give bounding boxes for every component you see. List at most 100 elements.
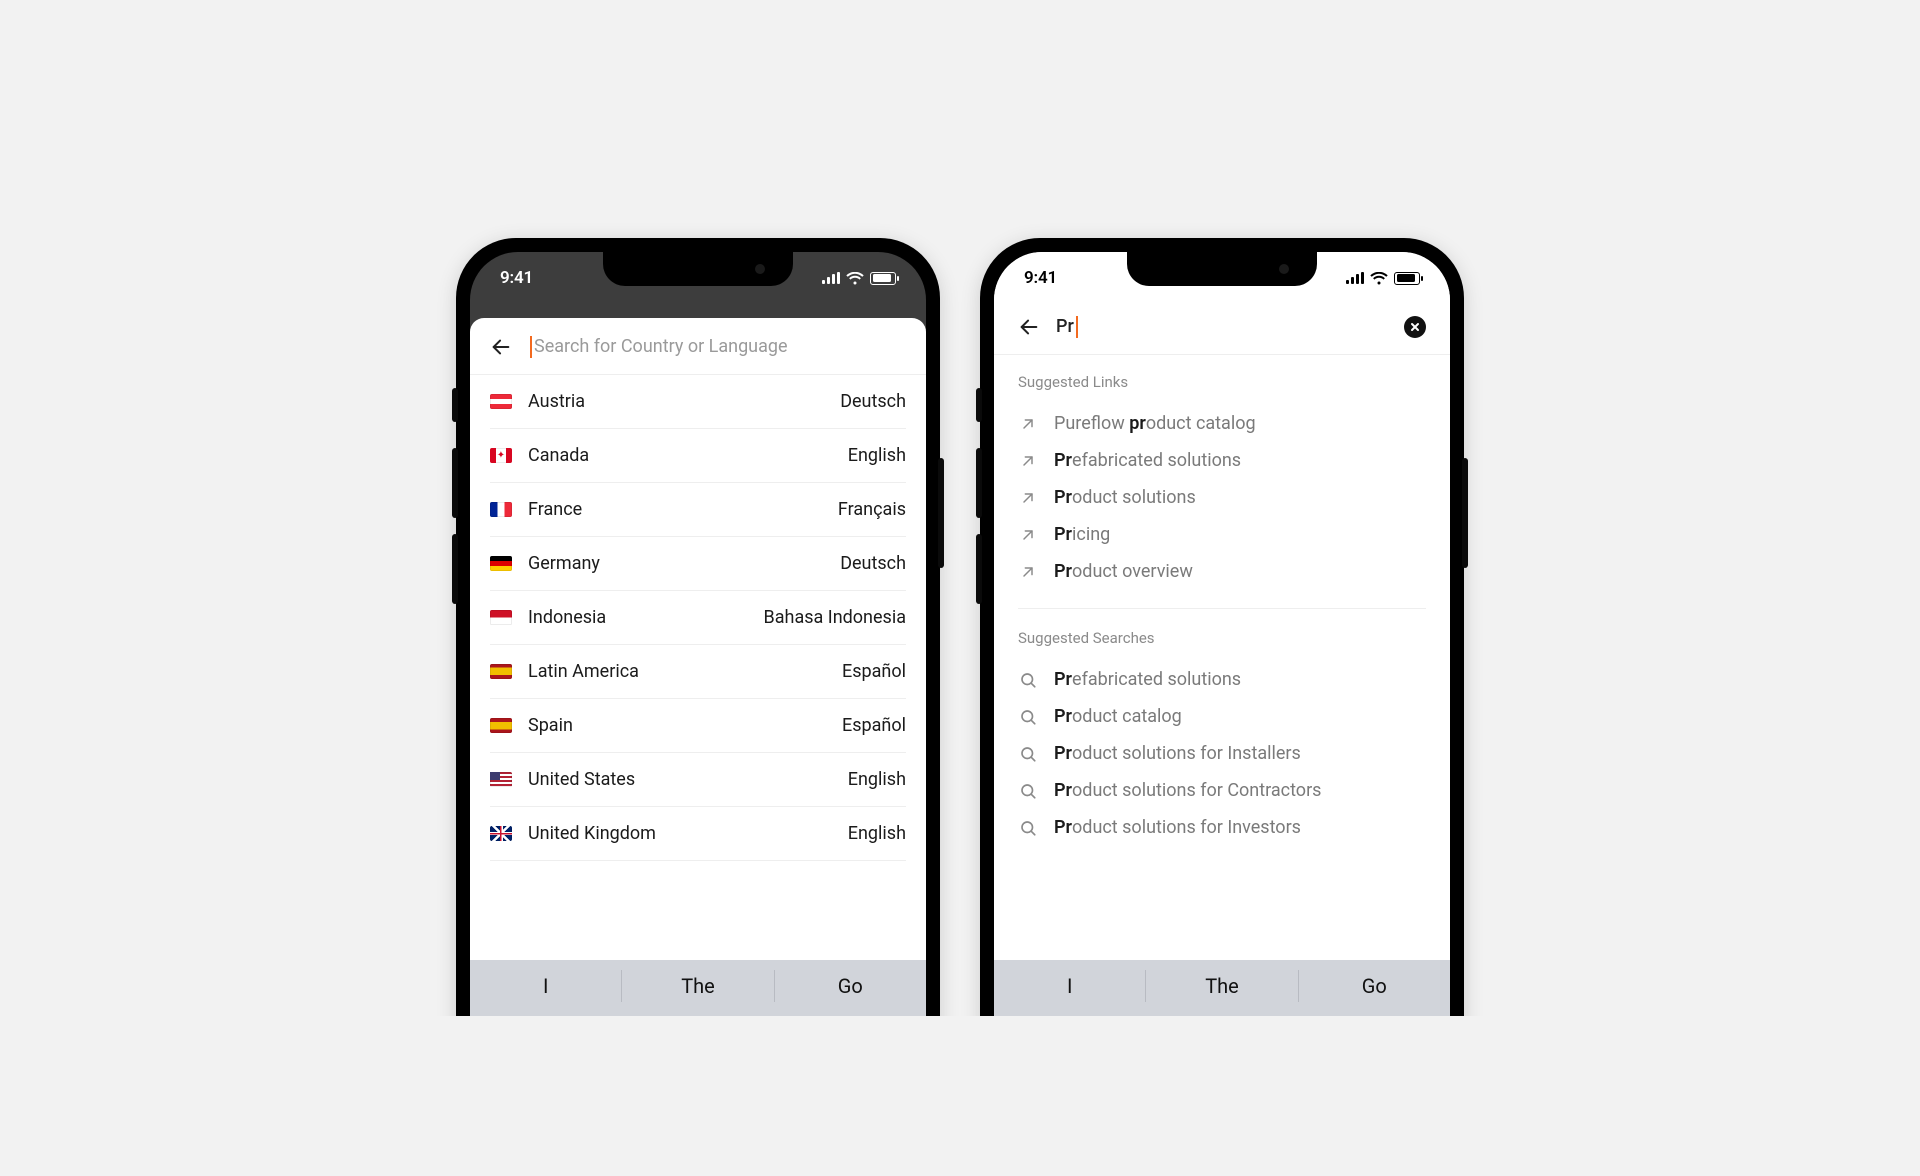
suggested-search[interactable]: Product solutions for Investors	[1018, 809, 1426, 846]
country-name: Spain	[528, 715, 573, 736]
suggested-link[interactable]: Pureflow product catalog	[1018, 405, 1426, 442]
country-language: Español	[842, 661, 906, 682]
search-icon	[1018, 708, 1038, 726]
country-row[interactable]: Austria Deutsch	[490, 375, 906, 429]
wifi-icon	[846, 272, 864, 285]
suggested-link[interactable]: Product solutions	[1018, 479, 1426, 516]
country-language: Bahasa Indonesia	[764, 607, 906, 628]
flag-icon: ✦	[490, 448, 512, 463]
suggested-search[interactable]: Product solutions for Contractors	[1018, 772, 1426, 809]
notch	[1127, 252, 1317, 286]
clear-button[interactable]	[1404, 316, 1426, 338]
side-button	[976, 448, 982, 518]
country-language: English	[848, 823, 906, 844]
phone-screen: 9:41 Pr	[994, 252, 1450, 1016]
side-button	[452, 448, 458, 518]
status-time: 9:41	[500, 268, 533, 288]
country-list[interactable]: Austria Deutsch ✦ Canada English FranceFrança…	[470, 375, 926, 861]
keyboard-suggestion[interactable]: I	[994, 960, 1145, 1012]
country-row[interactable]: Germany Deutsch	[490, 537, 906, 591]
search-icon	[1018, 671, 1038, 689]
suggested-search[interactable]: Prefabricated solutions	[1018, 661, 1426, 698]
country-row[interactable]: ✦ Canada English	[490, 429, 906, 483]
search-bar[interactable]: Search for Country or Language	[470, 318, 926, 375]
suggestion-text: Product catalog	[1054, 706, 1182, 727]
status-icons	[1346, 272, 1420, 285]
country-language: Français	[838, 499, 906, 520]
country-row[interactable]: FranceFrançais	[490, 483, 906, 537]
flag-icon	[490, 556, 512, 571]
keyboard-suggestion[interactable]: Go	[1298, 970, 1450, 1002]
keyboard-suggestions[interactable]: ITheGo	[470, 960, 926, 1012]
keyboard-suggestion[interactable]: Go	[774, 970, 926, 1002]
country-name: United States	[528, 769, 635, 790]
keyboard-suggestion[interactable]: The	[621, 970, 773, 1002]
text-caret	[1076, 316, 1078, 338]
keyboard[interactable]: ITheGo qwertyuiop	[470, 960, 926, 1016]
suggested-searches-list: Prefabricated solutions Product catalog Pr…	[1018, 661, 1426, 846]
side-button	[938, 458, 944, 568]
keyboard-row[interactable]: qwertyuiop	[470, 1012, 926, 1016]
wifi-icon	[1370, 272, 1388, 285]
search-page: Pr Suggested Links Pureflow product cata…	[994, 252, 1450, 1016]
country-row[interactable]: Latin AmericaEspañol	[490, 645, 906, 699]
search-placeholder-text: Search for Country or Language	[534, 336, 788, 357]
search-sheet: Search for Country or Language Austria De…	[470, 318, 926, 1016]
suggestion-text: Pureflow product catalog	[1054, 413, 1256, 434]
country-name: Canada	[528, 445, 589, 466]
flag-icon	[490, 394, 512, 409]
country-language: English	[848, 445, 906, 466]
country-row[interactable]: United Kingdom English	[490, 807, 906, 861]
country-name: Germany	[528, 553, 600, 574]
country-row[interactable]: Spain Español	[490, 699, 906, 753]
country-language: Español	[842, 715, 906, 736]
suggestions-sections: Suggested Links Pureflow product catalog…	[994, 355, 1450, 846]
suggested-search[interactable]: Product catalog	[1018, 698, 1426, 735]
text-caret	[530, 336, 532, 358]
flag-icon	[490, 772, 512, 787]
country-row[interactable]: IndonesiaBahasa Indonesia	[490, 591, 906, 645]
flag-icon	[490, 826, 512, 841]
keyboard-suggestion[interactable]: The	[1145, 970, 1297, 1002]
suggested-search[interactable]: Product solutions for Installers	[1018, 735, 1426, 772]
side-button	[976, 534, 982, 604]
arrow-ne-icon	[1018, 564, 1038, 580]
cellular-icon	[1346, 272, 1364, 284]
keyboard-suggestions[interactable]: ITheGo	[994, 960, 1450, 1012]
country-language: English	[848, 769, 906, 790]
keyboard-row[interactable]: qwertyuiop	[994, 1012, 1450, 1016]
keyboard[interactable]: ITheGo qwertyuiop	[994, 960, 1450, 1016]
search-icon	[1018, 745, 1038, 763]
suggestion-text: Product solutions for Contractors	[1054, 780, 1321, 801]
battery-icon	[870, 272, 896, 285]
suggested-links-list: Pureflow product catalog Prefabricated so…	[1018, 405, 1426, 590]
country-name: Austria	[528, 391, 585, 412]
back-icon[interactable]	[490, 336, 512, 358]
suggested-link[interactable]: Product overview	[1018, 553, 1426, 590]
status-icons	[822, 272, 896, 285]
flag-icon	[490, 718, 512, 733]
section-title-searches: Suggested Searches	[1018, 629, 1426, 647]
back-icon[interactable]	[1018, 316, 1040, 338]
section-divider	[1018, 608, 1426, 609]
suggested-link[interactable]: Prefabricated solutions	[1018, 442, 1426, 479]
country-row[interactable]: United States English	[490, 753, 906, 807]
country-name: United Kingdom	[528, 823, 656, 844]
suggested-link[interactable]: Pricing	[1018, 516, 1426, 553]
battery-icon	[1394, 272, 1420, 285]
arrow-ne-icon	[1018, 527, 1038, 543]
country-language: Deutsch	[840, 391, 906, 412]
keyboard-suggestion[interactable]: I	[470, 960, 621, 1012]
search-icon	[1018, 819, 1038, 837]
side-button	[452, 388, 458, 422]
flag-icon	[490, 610, 512, 625]
side-button	[1462, 458, 1468, 568]
side-button	[976, 388, 982, 422]
country-language: Deutsch	[840, 553, 906, 574]
search-input[interactable]: Search for Country or Language	[528, 336, 788, 358]
suggestion-text: Product solutions for Installers	[1054, 743, 1301, 764]
section-title-links: Suggested Links	[1018, 373, 1426, 391]
status-time: 9:41	[1024, 268, 1057, 288]
search-input[interactable]: Pr	[1056, 316, 1078, 338]
arrow-ne-icon	[1018, 453, 1038, 469]
